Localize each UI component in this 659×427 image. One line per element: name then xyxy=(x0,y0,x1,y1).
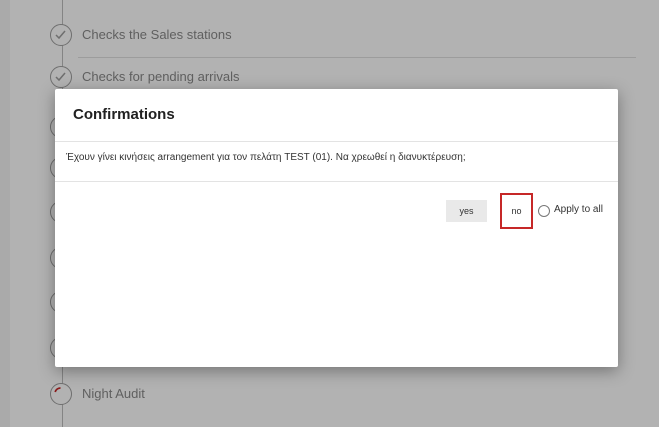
dialog-message: Έχουν γίνει κινήσεις arrangement για τον… xyxy=(66,152,466,163)
divider xyxy=(55,141,618,142)
apply-to-all-radio[interactable] xyxy=(538,205,550,217)
no-button[interactable]: no xyxy=(500,193,533,229)
apply-to-all-label[interactable]: Apply to all xyxy=(554,204,603,215)
divider xyxy=(55,181,618,182)
dialog-title: Confirmations xyxy=(73,106,175,123)
yes-button[interactable]: yes xyxy=(446,200,487,222)
confirmations-dialog: Confirmations Έχουν γίνει κινήσεις arran… xyxy=(55,89,618,367)
night-audit-page: Checks the Sales stations Checks for pen… xyxy=(0,0,659,427)
